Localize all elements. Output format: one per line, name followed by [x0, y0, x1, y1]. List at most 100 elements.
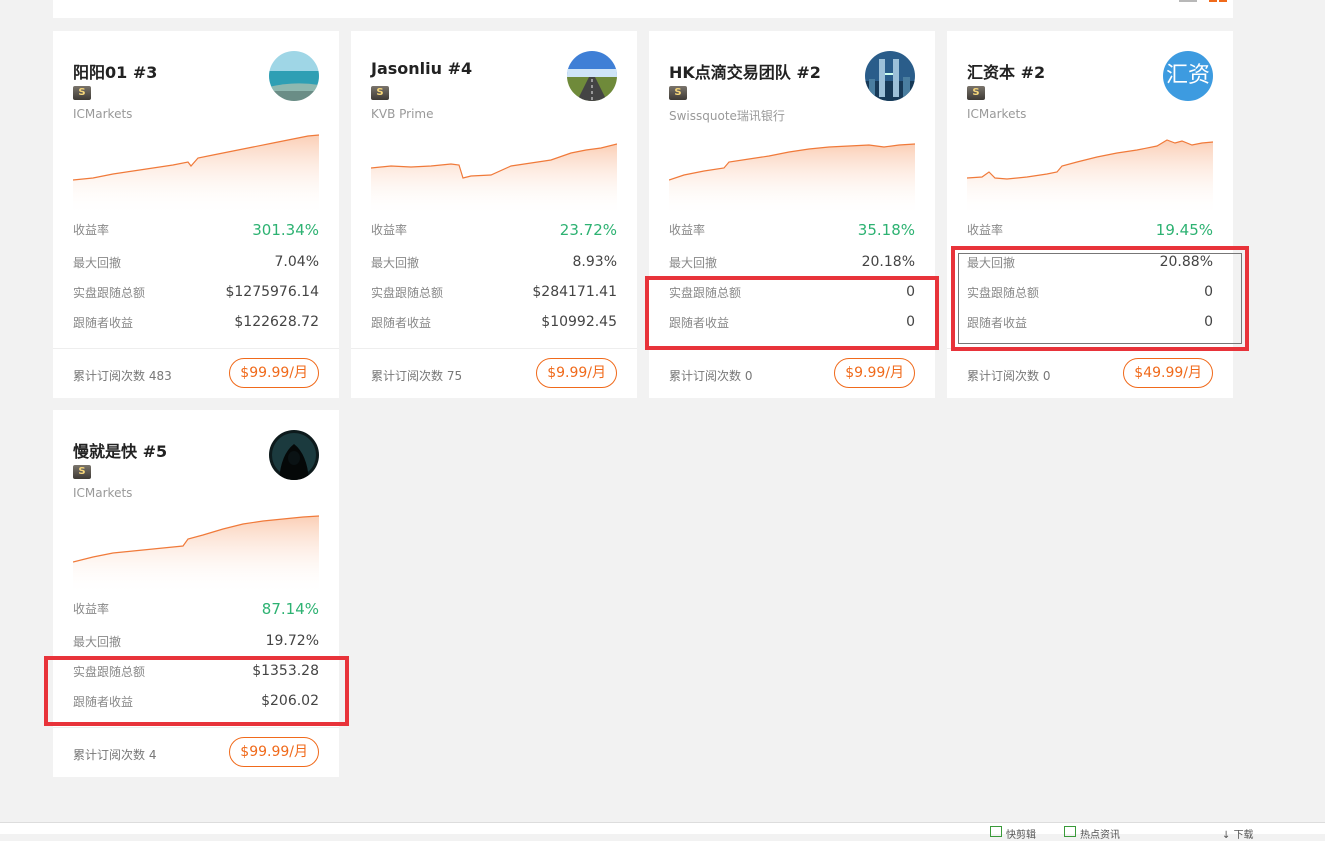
avatar[interactable]	[269, 430, 319, 480]
return-rate-row: 收益率 301.34%	[73, 221, 319, 241]
subscription-value: 0	[1042, 369, 1051, 383]
status-item[interactable]: 快剪辑	[990, 826, 1036, 841]
equity-curve-chart	[669, 143, 915, 216]
subscription-value: 4	[148, 748, 157, 762]
play-icon	[990, 826, 1002, 837]
return-rate-value: 23.72%	[559, 221, 617, 239]
max-drawdown-label: 最大回撤	[371, 256, 420, 270]
hooded-figure-photo-icon	[269, 430, 319, 480]
max-drawdown-row: 最大回撤 19.72%	[73, 633, 319, 653]
subscription-value: 483	[148, 369, 172, 383]
road-photo-icon	[567, 51, 617, 101]
follower-profit-row: 跟随者收益 $10992.45	[371, 314, 617, 334]
trader-name[interactable]: 阳阳01 #3	[73, 59, 157, 83]
max-drawdown-value: 7.04%	[274, 254, 319, 270]
live-follow-total-row: 实盘跟随总额 $1275976.14	[73, 284, 319, 304]
subscription-label: 累计订阅次数	[669, 369, 742, 383]
subscription-count: 累计订阅次数 75	[371, 367, 462, 384]
follower-profit-value: $10992.45	[541, 314, 617, 330]
list-view-icon[interactable]	[1179, 0, 1197, 2]
divider	[53, 727, 339, 728]
return-rate-value: 301.34%	[252, 221, 319, 239]
avatar[interactable]	[567, 51, 617, 101]
subscription-label: 累计订阅次数	[371, 369, 444, 383]
subscription-count: 累计订阅次数 483	[73, 367, 172, 384]
subscribe-price-button[interactable]: $9.99/月	[834, 358, 915, 388]
divider	[53, 348, 339, 349]
level-badge: S	[73, 86, 91, 100]
max-drawdown-row: 最大回撤 20.18%	[669, 254, 915, 274]
max-drawdown-label: 最大回撤	[73, 256, 122, 270]
highlight-box	[645, 276, 939, 350]
return-rate-label: 收益率	[371, 223, 408, 237]
live-follow-total-value: $1275976.14	[225, 284, 319, 300]
divider	[351, 348, 637, 349]
subscription-count: 累计订阅次数 0	[669, 367, 752, 384]
subscription-count: 累计订阅次数 0	[967, 367, 1050, 384]
subscription-label: 累计订阅次数	[73, 369, 146, 383]
follower-profit-label: 跟随者收益	[371, 316, 432, 330]
live-follow-total-row: 实盘跟随总额 $284171.41	[371, 284, 617, 304]
subscribe-price-button[interactable]: $49.99/月	[1123, 358, 1213, 388]
broker-name: ICMarkets	[73, 107, 133, 121]
trader-name[interactable]: HK点滴交易团队 #2	[669, 59, 821, 83]
broker-name: ICMarkets	[967, 107, 1027, 121]
trader-name[interactable]: 汇资本 #2	[967, 59, 1045, 83]
equity-curve-chart	[371, 143, 617, 216]
subscription-value: 0	[744, 369, 753, 383]
avatar[interactable]: 汇资	[1163, 51, 1213, 101]
subscribe-price-button[interactable]: $99.99/月	[229, 358, 319, 388]
live-follow-total-value: $284171.41	[532, 284, 617, 300]
return-rate-row: 收益率 87.14%	[73, 600, 319, 620]
browser-status-bar: 快剪辑 热点资讯 ↓ 下载	[0, 822, 1325, 841]
broker-name: KVB Prime	[371, 107, 434, 121]
broker-name: ICMarkets	[73, 486, 133, 500]
live-follow-total-label: 实盘跟随总额	[73, 286, 146, 300]
level-badge: S	[967, 86, 985, 100]
return-rate-label: 收益率	[669, 223, 706, 237]
return-rate-label: 收益率	[73, 223, 110, 237]
trader-card[interactable]: 阳阳01 #3 S ICMarkets 收益率 301.34% 最大回撤 7.0…	[53, 31, 339, 398]
trader-card[interactable]: Jasonliu #4 S KVB Prime 收益率 23.72% 最大回撤 …	[351, 31, 637, 398]
max-drawdown-row: 最大回撤 8.93%	[371, 254, 617, 274]
max-drawdown-value: 20.18%	[861, 254, 915, 270]
level-badge: S	[371, 86, 389, 100]
level-badge: S	[669, 86, 687, 100]
return-rate-row: 收益率 19.45%	[967, 221, 1213, 241]
return-rate-label: 收益率	[967, 223, 1004, 237]
avatar[interactable]	[865, 51, 915, 101]
highlight-box	[44, 656, 349, 726]
highlight-box	[951, 246, 1249, 351]
subscription-label: 累计订阅次数	[967, 369, 1040, 383]
subscribe-price-button[interactable]: $9.99/月	[536, 358, 617, 388]
avatar[interactable]	[269, 51, 319, 101]
max-drawdown-label: 最大回撤	[669, 256, 718, 270]
max-drawdown-label: 最大回撤	[73, 635, 122, 649]
status-item-label: 下载	[1233, 830, 1254, 841]
equity-curve-chart	[73, 515, 319, 595]
broker-name: Swissquote瑞讯银行	[669, 109, 785, 123]
grid-view-icon[interactable]	[1209, 0, 1227, 2]
return-rate-value: 19.45%	[1155, 221, 1213, 239]
max-drawdown-value: 8.93%	[572, 254, 617, 270]
subscribe-price-button[interactable]: $99.99/月	[229, 737, 319, 767]
subscription-value: 75	[446, 369, 463, 383]
level-badge: S	[73, 465, 91, 479]
live-follow-total-label: 实盘跟随总额	[371, 286, 444, 300]
return-rate-label: 收益率	[73, 602, 110, 616]
view-toggle-group	[1179, 0, 1227, 2]
return-rate-row: 收益率 35.18%	[669, 221, 915, 241]
city-photo-icon	[865, 51, 915, 101]
status-item[interactable]: 热点资讯	[1064, 826, 1120, 841]
download-icon: ↓	[1222, 830, 1234, 841]
follower-profit-row: 跟随者收益 $122628.72	[73, 314, 319, 334]
status-item[interactable]: ↓ 下载	[1222, 826, 1254, 841]
return-rate-value: 35.18%	[857, 221, 915, 239]
max-drawdown-value: 19.72%	[265, 633, 319, 649]
trader-name[interactable]: Jasonliu #4	[371, 59, 472, 78]
subscription-label: 累计订阅次数	[73, 748, 146, 762]
sea-photo-icon	[269, 51, 319, 101]
subscription-count: 累计订阅次数 4	[73, 746, 156, 763]
follower-profit-value: $122628.72	[234, 314, 319, 330]
trader-name[interactable]: 慢就是快 #5	[73, 438, 167, 462]
